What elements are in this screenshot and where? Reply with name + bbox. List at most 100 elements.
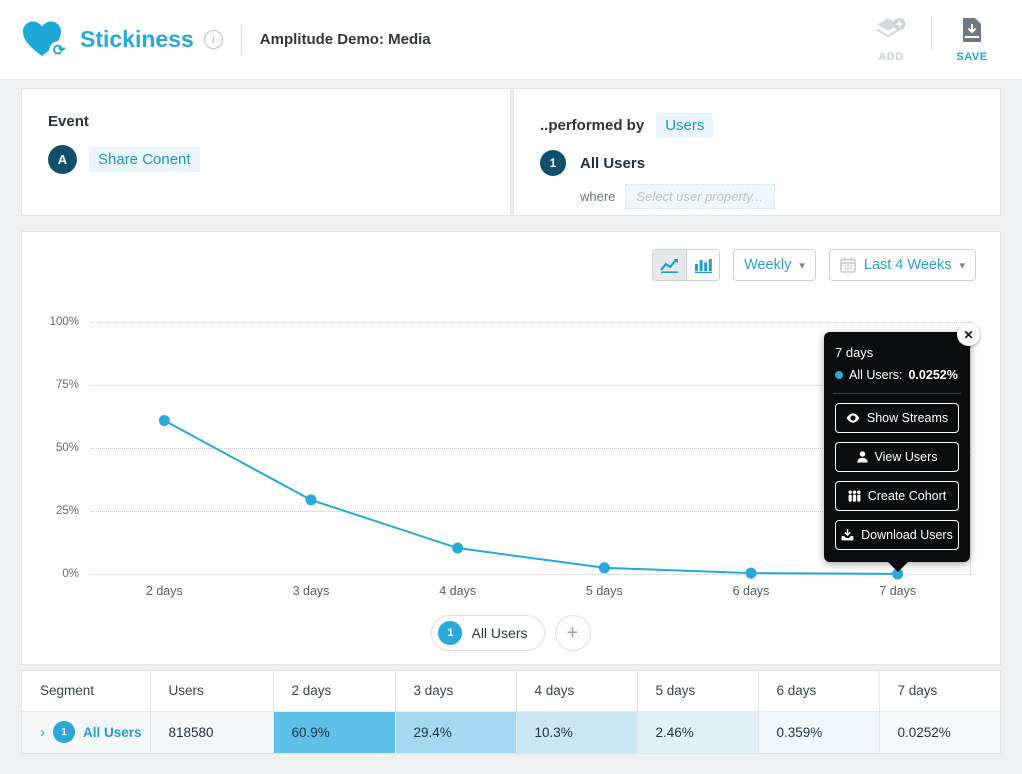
- y-tick-50: 50%: [33, 442, 79, 454]
- expand-row-icon[interactable]: ›: [40, 724, 45, 741]
- interval-dropdown[interactable]: Weekly ▾: [733, 249, 816, 281]
- data-point[interactable]: [306, 494, 317, 505]
- data-point[interactable]: [159, 415, 170, 426]
- chevron-down-icon: ▾: [959, 259, 965, 272]
- table-header-row: Segment Users 2 days 3 days 4 days 5 day…: [22, 671, 1000, 711]
- line-chart-toggle[interactable]: [653, 250, 686, 280]
- segment-name: All Users: [580, 155, 645, 172]
- download-users-button[interactable]: Download Users: [835, 520, 959, 550]
- chevron-down-icon: ▾: [799, 259, 805, 272]
- user-icon: [857, 451, 868, 463]
- tooltip-value: 0.0252%: [908, 368, 957, 382]
- save-file-icon: [961, 17, 983, 43]
- cell-7days[interactable]: 0.0252%: [879, 711, 1000, 753]
- user-type-selector[interactable]: Users: [656, 113, 713, 138]
- x-label-4days: 4 days: [384, 584, 531, 598]
- layers-add-icon: [876, 17, 906, 43]
- add-label: ADD: [878, 51, 903, 63]
- x-axis-labels: 2 days 3 days 4 days 5 days 6 days 7 day…: [91, 584, 971, 598]
- tooltip-arrow: [887, 561, 909, 572]
- page-title: Stickiness: [80, 26, 194, 53]
- project-name: Amplitude Demo: Media: [260, 31, 431, 48]
- tooltip-title: 7 days: [835, 345, 959, 360]
- refresh-icon: ⟳: [49, 41, 69, 61]
- y-tick-0: 0%: [33, 568, 79, 580]
- view-users-button[interactable]: View Users: [835, 442, 959, 472]
- eye-icon: [846, 413, 860, 423]
- cohort-icon: [848, 490, 861, 502]
- y-tick-75: 75%: [33, 379, 79, 391]
- col-users[interactable]: Users: [150, 671, 273, 711]
- y-tick-100: 100%: [33, 316, 79, 328]
- data-point[interactable]: [452, 543, 463, 554]
- data-point[interactable]: [599, 562, 610, 573]
- show-streams-button[interactable]: Show Streams: [835, 403, 959, 433]
- performed-by-panel: ..performed by Users 1 All Users where S…: [513, 88, 1001, 216]
- view-users-label: View Users: [875, 450, 938, 464]
- legend-label: All Users: [471, 625, 527, 641]
- actions-divider: [931, 16, 932, 50]
- where-label: where: [580, 189, 615, 204]
- legend-row: 1 All Users +: [22, 615, 1000, 651]
- row-segment-link[interactable]: All Users: [83, 725, 142, 740]
- data-point[interactable]: [746, 568, 757, 579]
- performed-by-title: ..performed by: [540, 117, 644, 134]
- cell-users: 818580: [150, 711, 273, 753]
- cell-3days[interactable]: 29.4%: [395, 711, 516, 753]
- cell-4days[interactable]: 10.3%: [516, 711, 637, 753]
- chart-panel: Weekly ▾ Last 4 Weeks ▾ 100% 75% 50% 25%…: [21, 231, 1001, 665]
- interval-value: Weekly: [744, 257, 791, 273]
- daterange-value: Last 4 Weeks: [864, 257, 952, 273]
- col-3days[interactable]: 3 days: [395, 671, 516, 711]
- event-panel-title: Event: [48, 113, 484, 130]
- segment-badge: 1: [540, 150, 566, 176]
- bar-chart-toggle[interactable]: [686, 250, 719, 280]
- col-2days[interactable]: 2 days: [273, 671, 395, 711]
- x-label-2days: 2 days: [91, 584, 238, 598]
- download-users-label: Download Users: [861, 528, 953, 542]
- user-property-input[interactable]: Select user property...: [625, 184, 775, 209]
- create-cohort-button[interactable]: Create Cohort: [835, 481, 959, 511]
- line-chart-icon: [660, 258, 679, 273]
- y-tick-25: 25%: [33, 505, 79, 517]
- chart-controls: Weekly ▾ Last 4 Weeks ▾: [652, 249, 976, 281]
- x-label-3days: 3 days: [238, 584, 385, 598]
- event-selector[interactable]: Share Conent: [89, 147, 200, 172]
- col-7days[interactable]: 7 days: [879, 671, 1000, 711]
- cell-2days[interactable]: 60.9%: [273, 711, 395, 753]
- save-button[interactable]: SAVE: [944, 17, 1000, 63]
- results-table: Segment Users 2 days 3 days 4 days 5 day…: [21, 670, 1001, 754]
- chart-type-toggle: [652, 249, 720, 281]
- close-icon[interactable]: ✕: [957, 323, 980, 346]
- series-color-dot: [835, 371, 843, 379]
- x-label-6days: 6 days: [678, 584, 825, 598]
- datapoint-tooltip: ✕ 7 days All Users: 0.0252% Show Streams…: [824, 332, 970, 562]
- x-label-7days: 7 days: [824, 584, 971, 598]
- legend-badge: 1: [438, 621, 462, 645]
- header-divider: [241, 25, 242, 55]
- daterange-dropdown[interactable]: Last 4 Weeks ▾: [829, 249, 976, 281]
- cell-6days[interactable]: 0.359%: [758, 711, 879, 753]
- col-segment[interactable]: Segment: [22, 671, 150, 711]
- add-segment-button[interactable]: +: [555, 615, 591, 651]
- legend-all-users[interactable]: 1 All Users: [431, 615, 544, 651]
- show-streams-label: Show Streams: [867, 411, 948, 425]
- x-label-5days: 5 days: [531, 584, 678, 598]
- download-icon: [841, 529, 854, 541]
- tooltip-series-label: All Users:: [849, 368, 902, 382]
- stickiness-heart-logo: ⟳: [22, 21, 64, 59]
- create-cohort-label: Create Cohort: [868, 489, 947, 503]
- query-builder: Event A Share Conent ..performed by User…: [21, 88, 1001, 216]
- info-icon[interactable]: i: [204, 30, 223, 49]
- save-label: SAVE: [956, 51, 987, 63]
- bar-chart-icon: [695, 258, 712, 273]
- col-4days[interactable]: 4 days: [516, 671, 637, 711]
- event-panel: Event A Share Conent: [21, 88, 511, 216]
- top-bar: ⟳ Stickiness i Amplitude Demo: Media ADD…: [0, 0, 1022, 80]
- event-badge: A: [48, 145, 77, 174]
- col-5days[interactable]: 5 days: [637, 671, 758, 711]
- table-row: › 1 All Users 818580 60.9% 29.4% 10.3% 2…: [22, 711, 1000, 753]
- cell-5days[interactable]: 2.46%: [637, 711, 758, 753]
- add-button[interactable]: ADD: [863, 17, 919, 63]
- col-6days[interactable]: 6 days: [758, 671, 879, 711]
